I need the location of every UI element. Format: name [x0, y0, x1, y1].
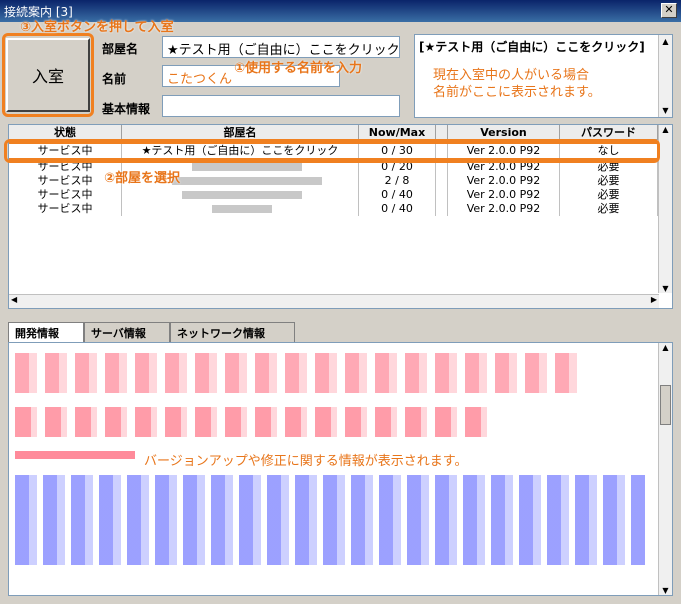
dev-info-note: バージョンアップや修正に関する情報が表示されます。 — [144, 450, 468, 469]
column-status[interactable]: 状態 — [9, 125, 122, 140]
blurred-text-block — [15, 407, 495, 437]
cell-status: サービス中 — [9, 202, 122, 216]
callout-step1: ①使用する名前を入力 — [234, 61, 363, 76]
table-horizontal-scrollbar[interactable]: ◀ ▶ — [9, 294, 659, 308]
scroll-thumb[interactable] — [660, 385, 671, 425]
cell-now-max: 2 / 8 — [359, 174, 436, 188]
cell-blank — [436, 188, 448, 202]
dev-info-panel: バージョンアップや修正に関する情報が表示されます。 ▲ ▼ — [8, 342, 673, 596]
tab-server-info[interactable]: サーバ情報 — [84, 322, 170, 342]
blurred-text-block — [15, 475, 645, 565]
table-vertical-scrollbar[interactable]: ▲ ▼ — [658, 125, 672, 293]
blurred-text-block — [15, 451, 135, 459]
cell-now-max: 0 / 40 — [359, 188, 436, 202]
column-now-max[interactable]: Now/Max — [359, 125, 436, 140]
scroll-up-icon[interactable]: ▲ — [659, 343, 672, 352]
scroll-up-icon[interactable]: ▲ — [659, 125, 672, 134]
blurred-room-name — [182, 191, 302, 199]
callout-step3: ③入室ボタンを押して入室 — [20, 20, 174, 35]
cell-room-name — [122, 188, 359, 202]
room-name-label: 部屋名 — [102, 42, 139, 56]
blurred-text-block — [15, 353, 585, 393]
column-blank[interactable] — [436, 125, 448, 140]
close-button[interactable]: ✕ — [661, 3, 677, 18]
column-version[interactable]: Version — [448, 125, 560, 140]
cell-now-max: 0 / 40 — [359, 202, 436, 216]
occupants-note: 現在入室中の人がいる場合 名前がここに表示されます。 — [433, 68, 601, 100]
basic-info-field[interactable] — [162, 95, 400, 117]
room-name-field[interactable]: ★テスト用（ご自由に）ここをクリック — [162, 36, 400, 58]
cell-blank — [436, 174, 448, 188]
table-row[interactable]: サービス中 0 / 40 Ver 2.0.0 P92 必要 — [9, 202, 659, 216]
scroll-down-icon[interactable]: ▼ — [659, 284, 672, 293]
occupants-heading: [★テスト用（ご自由に）ここをクリック] — [419, 40, 645, 54]
blurred-room-name — [192, 163, 302, 171]
basic-info-label: 基本情報 — [102, 102, 151, 116]
enter-button-highlight — [2, 33, 94, 117]
scroll-right-icon[interactable]: ▶ — [651, 295, 657, 304]
occupants-scrollbar[interactable]: ▲ ▼ — [658, 35, 672, 117]
callout-step2: ②部屋を選択 — [104, 171, 181, 186]
scroll-up-icon[interactable]: ▲ — [659, 35, 672, 48]
scroll-down-icon[interactable]: ▼ — [659, 586, 672, 595]
column-password[interactable]: パスワード — [560, 125, 658, 140]
table-row[interactable]: サービス中 0 / 40 Ver 2.0.0 P92 必要 — [9, 188, 659, 202]
table-header: 状態 部屋名 Now/Max Version パスワード — [9, 125, 659, 140]
scroll-down-icon[interactable]: ▼ — [659, 104, 672, 117]
cell-password: 必要 — [560, 188, 658, 202]
cell-version: Ver 2.0.0 P92 — [448, 174, 560, 188]
row-highlight — [4, 139, 660, 163]
scroll-left-icon[interactable]: ◀ — [11, 295, 17, 304]
blurred-room-name — [172, 177, 322, 185]
cell-version: Ver 2.0.0 P92 — [448, 202, 560, 216]
occupants-panel: [★テスト用（ご自由に）ここをクリック] 現在入室中の人がいる場合 名前がここに… — [414, 34, 673, 118]
cell-version: Ver 2.0.0 P92 — [448, 188, 560, 202]
cell-room-name — [122, 202, 359, 216]
column-room-name[interactable]: 部屋名 — [122, 125, 359, 140]
name-label: 名前 — [102, 72, 127, 86]
tab-dev-info[interactable]: 開発情報 — [8, 322, 84, 342]
dev-info-scrollbar[interactable]: ▲ ▼ — [658, 343, 672, 595]
blurred-room-name — [212, 205, 272, 213]
cell-blank — [436, 202, 448, 216]
tab-network-info[interactable]: ネットワーク情報 — [170, 322, 295, 342]
cell-status: サービス中 — [9, 188, 122, 202]
cell-password: 必要 — [560, 174, 658, 188]
cell-password: 必要 — [560, 202, 658, 216]
